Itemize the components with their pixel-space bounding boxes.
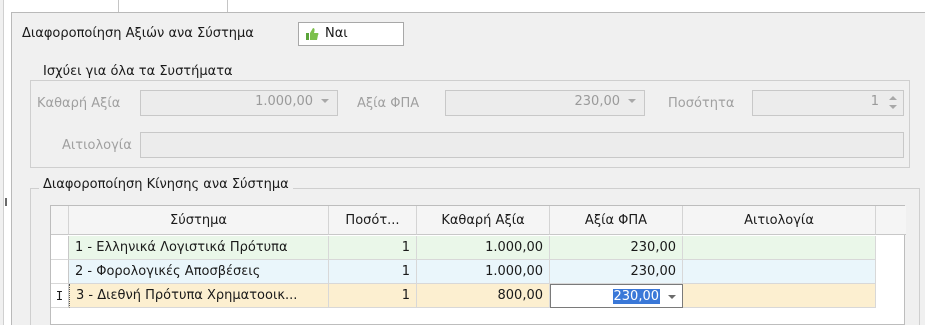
net-value-cell[interactable]: 1.000,00: [417, 236, 550, 260]
vat-value-selected-text[interactable]: 230,00: [612, 289, 660, 304]
quantity-text: 1: [870, 94, 879, 109]
net-value-field[interactable]: 1.000,00: [140, 90, 338, 116]
row-indicator[interactable]: I: [51, 284, 69, 308]
quantity-label: Ποσότητα: [668, 96, 735, 111]
diff-values-label: Διαφοροποίηση Αξιών ανα Σύστημα: [22, 26, 254, 41]
quantity-cell[interactable]: 1: [329, 284, 417, 308]
column-header-system[interactable]: Σύστημα: [69, 206, 329, 235]
spin-up-icon[interactable]: [889, 96, 897, 100]
thumbs-up-icon: [306, 28, 319, 40]
vat-value-cell[interactable]: 230,00: [550, 236, 683, 260]
quantity-cell[interactable]: 1: [329, 260, 417, 284]
quantity-cell[interactable]: 1: [329, 236, 417, 260]
net-value-text: 1.000,00: [255, 94, 313, 109]
system-cell[interactable]: 2 - Φορολογικές Αποσβέσεις: [69, 260, 329, 284]
movement-legend: Διαφοροποίηση Κίνησης ανα Σύστημα: [39, 177, 293, 193]
chevron-down-icon[interactable]: [321, 99, 329, 103]
grid-header-filler: [876, 206, 906, 235]
vat-value-editor[interactable]: 230,00: [550, 284, 683, 308]
left-splitter[interactable]: [0, 0, 4, 325]
reason-cell[interactable]: [683, 260, 876, 284]
row-indicator[interactable]: [51, 260, 69, 284]
reason-label: Αιτιολογία: [62, 138, 132, 153]
system-cell[interactable]: 1 - Ελληνικά Λογιστικά Πρότυπα: [69, 236, 329, 260]
row-indicator[interactable]: [51, 236, 69, 260]
reason-cell[interactable]: [683, 284, 876, 308]
net-value-label: Καθαρή Αξία: [37, 96, 121, 111]
chevron-down-icon[interactable]: [628, 99, 636, 103]
column-header-quantity[interactable]: Ποσότ...: [329, 206, 417, 235]
chevron-down-icon[interactable]: [668, 295, 676, 299]
reason-cell[interactable]: [683, 236, 876, 260]
table-row[interactable]: 1 - Ελληνικά Λογιστικά Πρότυπα 1 1.000,0…: [51, 236, 906, 260]
column-header-reason[interactable]: Αιτιολογία: [683, 206, 876, 235]
vat-value-text: 230,00: [574, 94, 621, 109]
splitter-mark: [5, 198, 7, 206]
table-row[interactable]: 2 - Φορολογικές Αποσβέσεις 1 1.000,00 23…: [51, 260, 906, 284]
vat-value-cell[interactable]: 230,00: [550, 260, 683, 284]
all-systems-legend: Ισχύει για όλα τα Συστήματα: [39, 64, 237, 80]
system-cell[interactable]: 3 - Διεθνή Πρότυπα Χρηματοοικ...: [69, 284, 329, 308]
reason-field[interactable]: [140, 132, 904, 158]
table-row[interactable]: I 3 - Διεθνή Πρότυπα Χρηματοοικ... 1 800…: [51, 284, 906, 308]
column-header-net-value[interactable]: Καθαρή Αξία: [417, 206, 550, 235]
spin-down-icon[interactable]: [889, 105, 897, 109]
quantity-stepper[interactable]: 1: [752, 90, 904, 116]
movement-grid: Σύστημα Ποσότ... Καθαρή Αξία Αξία ΦΠΑ Αι…: [50, 205, 906, 325]
column-header-vat-value[interactable]: Αξία ΦΠΑ: [550, 206, 683, 235]
vat-value-label: Αξία ΦΠΑ: [357, 96, 420, 111]
net-value-cell[interactable]: 800,00: [417, 284, 550, 308]
vat-value-field[interactable]: 230,00: [445, 90, 645, 116]
diff-values-value: Ναι: [325, 26, 348, 41]
grid-indicator-header: [51, 206, 69, 235]
net-value-cell[interactable]: 1.000,00: [417, 260, 550, 284]
